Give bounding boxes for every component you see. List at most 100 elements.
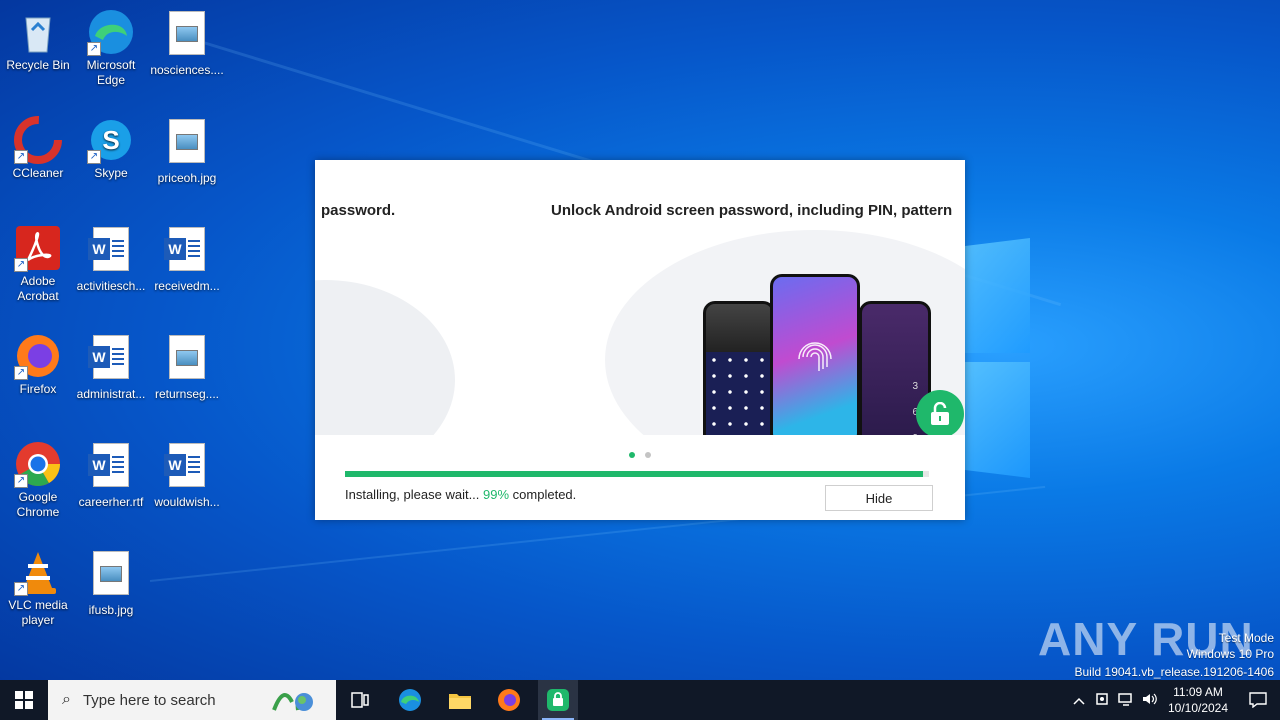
search-icon: ⌕ bbox=[62, 691, 71, 708]
network-tray-button[interactable] bbox=[1114, 692, 1138, 709]
desktop-icon-skype[interactable]: S ↗ Skype bbox=[73, 110, 149, 181]
ccleaner-icon: ↗ bbox=[14, 116, 62, 164]
clock-time: 11:09 AM bbox=[1173, 685, 1223, 699]
carousel-text-current: Unlock Android screen password, includin… bbox=[551, 202, 953, 219]
chevron-up-icon bbox=[1073, 697, 1085, 705]
shortcut-arrow-icon: ↗ bbox=[14, 258, 28, 272]
installer-window: password. Unlock Android screen password… bbox=[315, 160, 965, 520]
desktop-icon-ccleaner[interactable]: ↗ CCleaner bbox=[0, 110, 76, 181]
taskbar-search-box[interactable]: ⌕ Type here to search bbox=[48, 680, 336, 720]
volume-icon bbox=[1143, 693, 1157, 704]
decorative-blob bbox=[315, 280, 455, 435]
word-file-icon: W bbox=[88, 227, 129, 271]
feature-carousel: password. Unlock Android screen password… bbox=[315, 160, 965, 435]
word-file-icon: W bbox=[164, 227, 205, 271]
install-status: Installing, please wait... 99% completed… bbox=[345, 487, 576, 502]
desktop-icon-label: priceoh.jpg bbox=[157, 171, 217, 185]
acrobat-icon: ↗ bbox=[14, 224, 62, 272]
notification-icon bbox=[1249, 692, 1267, 708]
volume-tray-button[interactable] bbox=[1138, 692, 1162, 709]
image-file-icon bbox=[169, 335, 205, 379]
desktop-icon-chrome[interactable]: ↗ Google Chrome bbox=[0, 434, 76, 520]
start-button[interactable] bbox=[0, 680, 48, 720]
shortcut-arrow-icon: ↗ bbox=[87, 150, 101, 164]
android-unlocker-app-icon bbox=[547, 689, 569, 711]
shortcut-arrow-icon: ↗ bbox=[14, 474, 28, 488]
windows-logo-wallpaper bbox=[955, 238, 1030, 478]
network-icon bbox=[1118, 692, 1132, 706]
word-file-icon: W bbox=[164, 443, 205, 487]
device-tray-button[interactable] bbox=[1090, 692, 1114, 709]
desktop-icon-recycle-bin[interactable]: Recycle Bin bbox=[0, 2, 76, 73]
taskbar-file-explorer-button[interactable] bbox=[440, 680, 480, 720]
image-file-icon bbox=[169, 11, 205, 55]
firefox-icon bbox=[498, 689, 520, 711]
progress-percent: 99% bbox=[483, 487, 510, 502]
phone-illustration-pattern bbox=[703, 301, 775, 435]
status-prefix: Installing, please wait... bbox=[345, 487, 484, 502]
desktop-icon-label: Adobe Acrobat bbox=[17, 274, 59, 303]
desktop-icon-administrat[interactable]: W administrat... bbox=[73, 326, 149, 402]
taskbar-clock[interactable]: 11:09 AM 10/10/2024 bbox=[1160, 684, 1236, 716]
word-file-icon: W bbox=[88, 335, 129, 379]
desktop-icon-label: Recycle Bin bbox=[6, 58, 70, 72]
desktop-icon-label: careerher.rtf bbox=[78, 495, 144, 509]
carousel-dot[interactable] bbox=[629, 452, 635, 458]
search-placeholder: Type here to search bbox=[82, 691, 216, 709]
desktop-icon-nosciences[interactable]: nosciences.... bbox=[149, 2, 225, 78]
taskbar-firefox-button[interactable] bbox=[489, 680, 529, 720]
search-highlight-icon bbox=[268, 684, 328, 720]
desktop-icon-wouldwish[interactable]: W wouldwish... bbox=[149, 434, 225, 510]
unlock-icon bbox=[916, 390, 964, 435]
test-mode-label: Test Mode bbox=[1218, 631, 1274, 645]
carousel-indicator bbox=[629, 445, 661, 463]
desktop-icon-ifusb[interactable]: ifusb.jpg bbox=[73, 542, 149, 618]
desktop-icon-edge[interactable]: ↗ Microsoft Edge bbox=[73, 2, 149, 88]
folder-icon bbox=[449, 694, 471, 709]
recycle-bin-icon bbox=[14, 8, 62, 56]
desktop-icon-receivedm[interactable]: W receivedm... bbox=[149, 218, 225, 294]
desktop-icon-label: activitiesch... bbox=[76, 279, 146, 293]
desktop-icon-label: administrat... bbox=[76, 387, 146, 401]
desktop-icon-label: wouldwish... bbox=[154, 495, 220, 509]
taskbar-installer-button[interactable] bbox=[538, 680, 578, 720]
taskbar: ⌕ Type here to search 11:09 AM 10/10/202… bbox=[0, 680, 1280, 720]
clock-date: 10/10/2024 bbox=[1167, 701, 1229, 715]
desktop-icon-vlc[interactable]: ↗ VLC media player bbox=[0, 542, 76, 628]
firefox-icon: ↗ bbox=[14, 332, 62, 380]
phone-illustration-fingerprint bbox=[770, 274, 860, 435]
system-tray bbox=[1068, 680, 1162, 720]
desktop-icon-returnseg[interactable]: returnseg.... bbox=[149, 326, 225, 402]
desktop-icon-label: VLC media player bbox=[8, 598, 68, 627]
desktop-icon-label: ifusb.jpg bbox=[88, 603, 134, 617]
desktop-icon-acrobat[interactable]: ↗ Adobe Acrobat bbox=[0, 218, 76, 304]
desktop-icon-label: Firefox bbox=[19, 382, 57, 396]
install-progress-bar bbox=[345, 471, 929, 477]
carousel-dot[interactable] bbox=[645, 452, 651, 458]
status-suffix: completed. bbox=[509, 487, 577, 502]
desktop-icon-label: Google Chrome bbox=[16, 490, 60, 519]
desktop-icon-label: receivedm... bbox=[154, 279, 220, 293]
show-hidden-icons-button[interactable] bbox=[1068, 693, 1090, 708]
carousel-text-prev: password. bbox=[321, 202, 396, 219]
edge-icon: ↗ bbox=[87, 8, 135, 56]
progress-fill bbox=[345, 471, 924, 477]
desktop-icon-careerher[interactable]: W careerher.rtf bbox=[73, 434, 149, 510]
desktop-icon-priceoh[interactable]: priceoh.jpg bbox=[149, 110, 225, 186]
device-icon bbox=[1096, 692, 1108, 705]
svg-text:S: S bbox=[102, 125, 119, 155]
hide-button[interactable]: Hide bbox=[825, 485, 933, 511]
vlc-icon: ↗ bbox=[14, 548, 62, 596]
shortcut-arrow-icon: ↗ bbox=[14, 150, 28, 164]
task-view-icon bbox=[351, 692, 369, 708]
desktop-icon-label: returnseg.... bbox=[154, 387, 220, 401]
edge-icon bbox=[399, 689, 421, 711]
desktop-icon-label: Skype bbox=[94, 166, 128, 180]
desktop-icon-activitiesch[interactable]: W activitiesch... bbox=[73, 218, 149, 294]
desktop-icon-firefox[interactable]: ↗ Firefox bbox=[0, 326, 76, 397]
taskbar-edge-button[interactable] bbox=[390, 680, 430, 720]
shortcut-arrow-icon: ↗ bbox=[14, 582, 28, 596]
image-file-icon bbox=[93, 551, 129, 595]
task-view-button[interactable] bbox=[340, 680, 380, 720]
notification-center-button[interactable] bbox=[1236, 680, 1280, 720]
